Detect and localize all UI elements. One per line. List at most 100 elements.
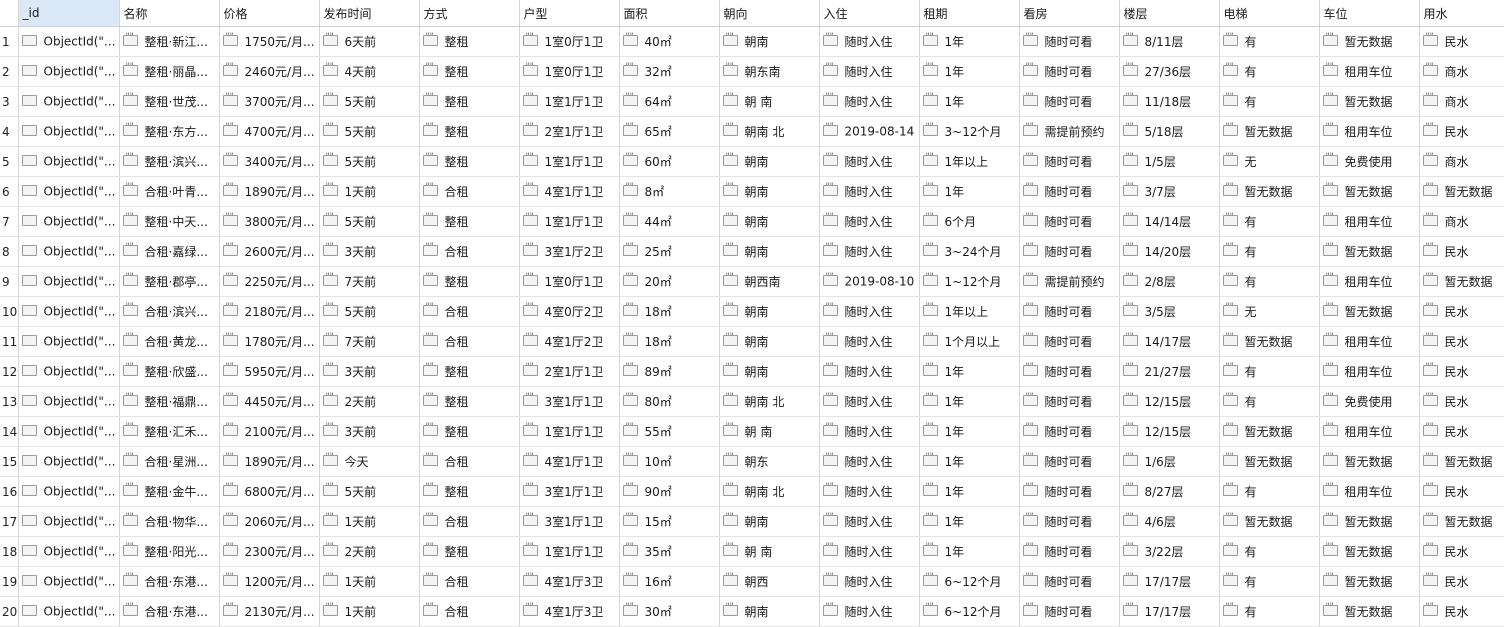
table-cell[interactable]: 1年	[919, 506, 1020, 537]
table-cell[interactable]: 随时可看	[1019, 296, 1120, 327]
table-cell[interactable]: 1天前	[319, 506, 420, 537]
row-number[interactable]: 5	[0, 146, 19, 177]
table-cell[interactable]: 民水	[1419, 536, 1504, 567]
table-cell[interactable]: 4700元/月...	[219, 116, 320, 147]
table-cell[interactable]: 租用车位	[1319, 116, 1420, 147]
table-row[interactable]: 1 ObjectId("... 整租·新江... 1750元/月... 6天前 整租 1室0…	[0, 26, 1504, 57]
row-number[interactable]: 17	[0, 506, 19, 537]
row-number[interactable]: 12	[0, 356, 19, 387]
table-row[interactable]: 20 ObjectId("... 合租·东港... 2130元/月... 1天前 合租 4室…	[0, 596, 1504, 627]
table-cell[interactable]: 合租	[419, 596, 520, 627]
column-header[interactable]: 看房	[1019, 0, 1120, 27]
table-cell[interactable]: 随时入住	[819, 146, 920, 177]
table-cell[interactable]: 民水	[1419, 26, 1504, 57]
column-header[interactable]: 车位	[1319, 0, 1420, 27]
table-cell[interactable]: 有	[1219, 596, 1320, 627]
table-cell[interactable]: 2250元/月...	[219, 266, 320, 297]
table-cell[interactable]: 18㎡	[619, 296, 720, 327]
table-cell[interactable]: 随时入住	[819, 596, 920, 627]
table-row[interactable]: 16 ObjectId("... 整租·金牛... 6800元/月... 5天前 整租 3室…	[0, 476, 1504, 507]
table-cell[interactable]: 有	[1219, 86, 1320, 117]
table-row[interactable]: 17 ObjectId("... 合租·物华... 2060元/月... 1天前 合租 3室…	[0, 506, 1504, 537]
table-cell[interactable]: 暂无数据	[1419, 266, 1504, 297]
column-header[interactable]: 面积	[619, 0, 720, 27]
table-cell[interactable]: 朝南	[719, 206, 820, 237]
table-cell[interactable]: 1室1厅1卫	[519, 146, 620, 177]
table-cell[interactable]: 暂无数据	[1319, 86, 1420, 117]
table-cell[interactable]: 需提前预约	[1019, 266, 1120, 297]
row-number[interactable]: 15	[0, 446, 19, 477]
table-cell[interactable]: 合租·黄龙...	[119, 326, 220, 357]
table-cell[interactable]: 2天前	[319, 536, 420, 567]
table-cell[interactable]: 5天前	[319, 86, 420, 117]
table-cell[interactable]: 整租·中天...	[119, 206, 220, 237]
table-cell[interactable]: 整租	[419, 356, 520, 387]
table-cell[interactable]: 2460元/月...	[219, 56, 320, 87]
table-cell[interactable]: 随时入住	[819, 416, 920, 447]
table-cell[interactable]: 1年以上	[919, 296, 1020, 327]
table-cell[interactable]: 40㎡	[619, 26, 720, 57]
table-cell[interactable]: 2室1厅1卫	[519, 356, 620, 387]
table-cell[interactable]: 合租	[419, 446, 520, 477]
table-row[interactable]: 15 ObjectId("... 合租·星洲... 1890元/月... 今天 合租 4室1…	[0, 446, 1504, 477]
table-cell[interactable]: 1室1厅1卫	[519, 206, 620, 237]
table-cell[interactable]: 1室1厅1卫	[519, 536, 620, 567]
table-cell[interactable]: 有	[1219, 266, 1320, 297]
column-header[interactable]: _id	[18, 0, 120, 27]
table-cell[interactable]: 暂无数据	[1219, 176, 1320, 207]
table-cell[interactable]: 1年	[919, 476, 1020, 507]
table-cell[interactable]: 1年	[919, 536, 1020, 567]
table-cell[interactable]: 2019-08-10	[819, 266, 920, 297]
table-cell[interactable]: 3700元/月...	[219, 86, 320, 117]
table-cell[interactable]: 租用车位	[1319, 326, 1420, 357]
table-cell[interactable]: 1750元/月...	[219, 26, 320, 57]
table-cell[interactable]: 1个月以上	[919, 326, 1020, 357]
table-row[interactable]: 13 ObjectId("... 整租·福鼎... 4450元/月... 2天前 整租 3室…	[0, 386, 1504, 417]
table-cell[interactable]: 7天前	[319, 326, 420, 357]
table-cell[interactable]: 1年	[919, 446, 1020, 477]
table-cell[interactable]: 随时入住	[819, 356, 920, 387]
table-cell[interactable]: 2180元/月...	[219, 296, 320, 327]
table-cell[interactable]: 暂无数据	[1419, 446, 1504, 477]
table-cell[interactable]: 朝 南	[719, 416, 820, 447]
table-cell[interactable]: ObjectId("...	[18, 116, 120, 147]
table-cell[interactable]: 随时入住	[819, 386, 920, 417]
table-cell[interactable]: 暂无数据	[1219, 416, 1320, 447]
table-cell[interactable]: 朝西	[719, 566, 820, 597]
table-cell[interactable]: 整租·汇禾...	[119, 416, 220, 447]
table-cell[interactable]: 15㎡	[619, 506, 720, 537]
table-cell[interactable]: 3/5层	[1119, 296, 1220, 327]
table-cell[interactable]: 合租·星洲...	[119, 446, 220, 477]
table-cell[interactable]: 1天前	[319, 176, 420, 207]
table-cell[interactable]: 1/6层	[1119, 446, 1220, 477]
table-cell[interactable]: 整租	[419, 26, 520, 57]
table-cell[interactable]: 有	[1219, 26, 1320, 57]
table-cell[interactable]: ObjectId("...	[18, 596, 120, 627]
table-cell[interactable]: 有	[1219, 356, 1320, 387]
table-cell[interactable]: 朝南	[719, 236, 820, 267]
table-cell[interactable]: 朝东	[719, 446, 820, 477]
table-cell[interactable]: ObjectId("...	[18, 386, 120, 417]
table-cell[interactable]: 80㎡	[619, 386, 720, 417]
table-cell[interactable]: 整租	[419, 116, 520, 147]
column-header[interactable]: 朝向	[719, 0, 820, 27]
table-cell[interactable]: ObjectId("...	[18, 176, 120, 207]
table-cell[interactable]: 随时可看	[1019, 446, 1120, 477]
table-cell[interactable]: 免费使用	[1319, 386, 1420, 417]
table-cell[interactable]: 4室1厅3卫	[519, 596, 620, 627]
table-cell[interactable]: 14/17层	[1119, 326, 1220, 357]
table-cell[interactable]: 随时入住	[819, 26, 920, 57]
table-cell[interactable]: 随时可看	[1019, 356, 1120, 387]
table-cell[interactable]: 3400元/月...	[219, 146, 320, 177]
table-cell[interactable]: 商水	[1419, 146, 1504, 177]
table-cell[interactable]: 随时入住	[819, 236, 920, 267]
table-cell[interactable]: ObjectId("...	[18, 26, 120, 57]
row-number[interactable]: 6	[0, 176, 19, 207]
table-cell[interactable]: 民水	[1419, 386, 1504, 417]
table-cell[interactable]: 朝西南	[719, 266, 820, 297]
table-cell[interactable]: 整租	[419, 416, 520, 447]
table-cell[interactable]: 租用车位	[1319, 266, 1420, 297]
table-cell[interactable]: 整租	[419, 536, 520, 567]
table-cell[interactable]: 整租·金牛...	[119, 476, 220, 507]
table-row[interactable]: 10 ObjectId("... 合租·滨兴... 2180元/月... 5天前 合租 4室…	[0, 296, 1504, 327]
